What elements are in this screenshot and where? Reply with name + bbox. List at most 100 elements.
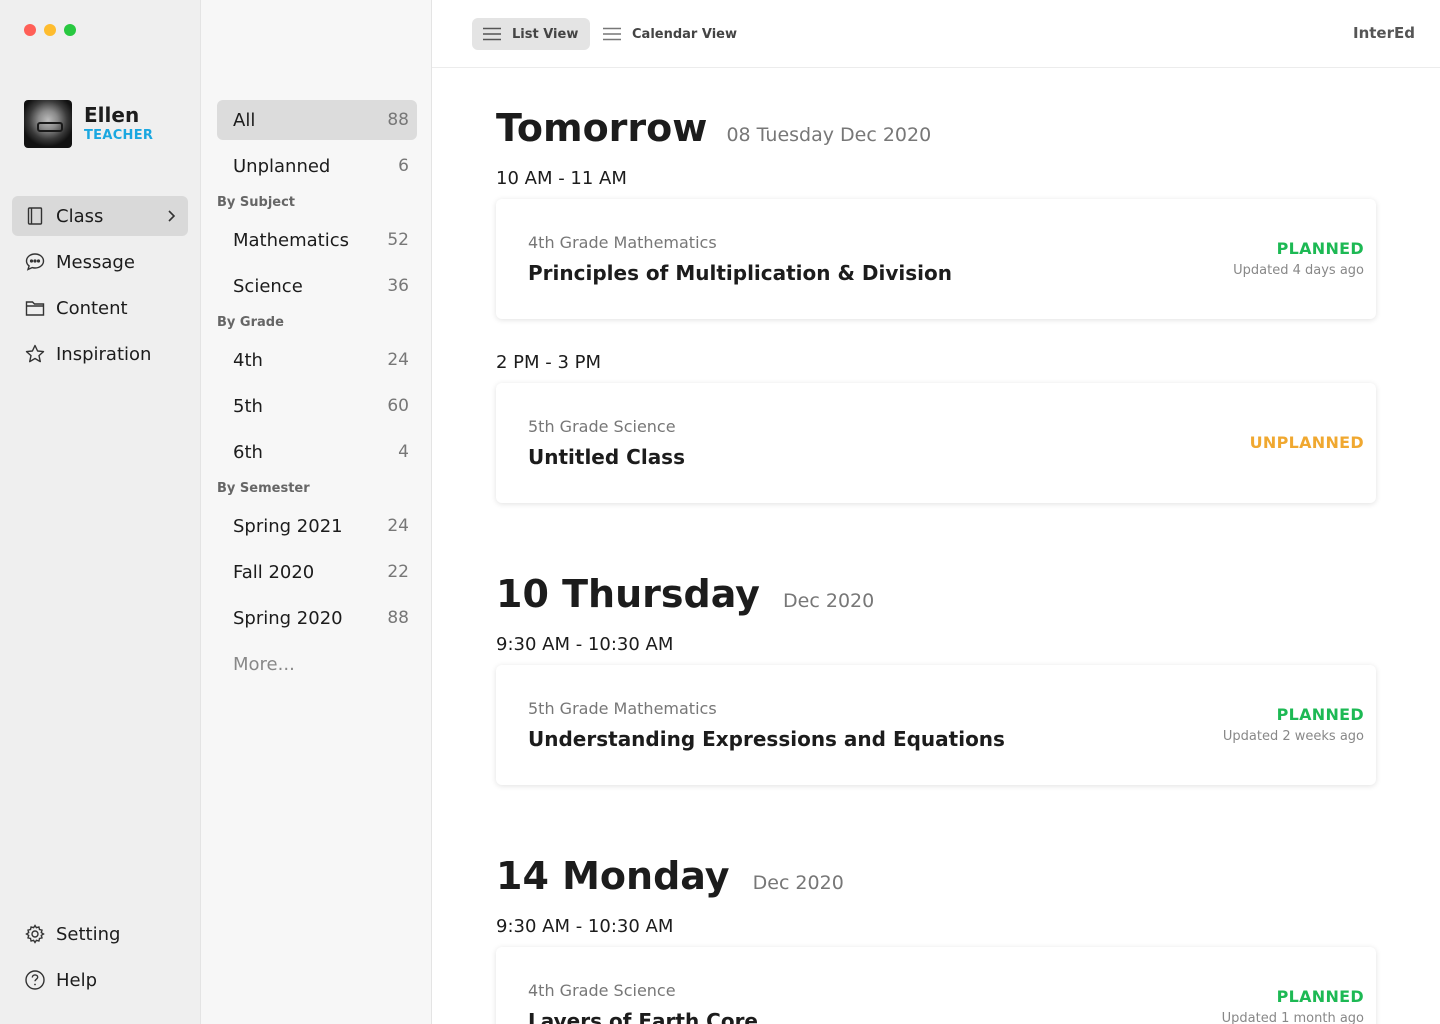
filter-label: Fall 2020 (233, 561, 315, 583)
day-header: 10 Thursday Dec 2020 (496, 572, 874, 616)
status-badge: PLANNED (1276, 239, 1364, 258)
class-card[interactable]: 5th Grade Mathematics Understanding Expr… (496, 665, 1376, 785)
status-badge: PLANNED (1276, 705, 1364, 724)
class-card[interactable]: 5th Grade Science Untitled Class UNPLANN… (496, 383, 1376, 503)
filter-grade-5th[interactable]: 5th 60 (217, 386, 417, 426)
day-date: Dec 2020 (752, 872, 844, 894)
nav-item-inspiration[interactable]: Inspiration (12, 334, 188, 374)
main-nav: Class Message Content Inspiration (12, 196, 188, 380)
class-subject: 5th Grade Mathematics (528, 699, 717, 718)
filter-count: 88 (387, 110, 409, 130)
close-window-button[interactable] (24, 24, 36, 36)
time-slot: 9:30 AM - 10:30 AM (496, 916, 674, 937)
schedule-list[interactable]: Tomorrow 08 Tuesday Dec 2020 10 AM - 11 … (432, 68, 1440, 1024)
nav-item-setting[interactable]: Setting (12, 914, 188, 954)
zoom-window-button[interactable] (64, 24, 76, 36)
folder-icon (24, 297, 46, 319)
filter-label: Spring 2021 (233, 515, 343, 537)
nav-item-message[interactable]: Message (12, 242, 188, 282)
nav-item-label: Inspiration (56, 343, 152, 365)
help-circle-icon (24, 969, 46, 991)
class-subject: 4th Grade Science (528, 981, 676, 1000)
filter-semester-spring-2021[interactable]: Spring 2021 24 (217, 506, 417, 546)
filter-label: Unplanned (233, 155, 331, 177)
profile-name: Ellen (84, 103, 140, 127)
calendar-view-button[interactable]: Calendar View (592, 18, 749, 50)
filter-grade-6th[interactable]: 6th 4 (217, 432, 417, 472)
filter-all[interactable]: All 88 (217, 100, 417, 140)
class-subject: 4th Grade Mathematics (528, 233, 717, 252)
class-card[interactable]: 4th Grade Mathematics Principles of Mult… (496, 199, 1376, 319)
filter-heading-grade: By Grade (217, 315, 284, 330)
filter-count: 60 (387, 396, 409, 416)
day-date: 08 Tuesday Dec 2020 (726, 124, 932, 146)
brand-logo: InterEd (1353, 24, 1415, 42)
nav-item-class[interactable]: Class (12, 196, 188, 236)
list-view-label: List View (512, 26, 579, 42)
filter-label: Science (233, 275, 303, 297)
filter-heading-semester: By Semester (217, 481, 310, 496)
day-title: 10 Thursday (496, 572, 760, 616)
nav-item-label: Class (56, 205, 104, 227)
class-card[interactable]: 4th Grade Science Layers of Earth Core P… (496, 947, 1376, 1024)
book-icon (24, 205, 46, 227)
filter-count: 4 (398, 442, 409, 462)
class-title: Principles of Multiplication & Division (528, 261, 952, 285)
updated-timestamp: Updated 2 weeks ago (1222, 729, 1364, 744)
list-view-button[interactable]: List View (472, 18, 591, 50)
filter-count: 22 (387, 562, 409, 582)
status-badge: UNPLANNED (1249, 433, 1364, 452)
time-slot: 10 AM - 11 AM (496, 168, 627, 189)
window-controls (24, 24, 76, 36)
filter-semester-spring-2020[interactable]: Spring 2020 88 (217, 598, 417, 638)
time-slot: 9:30 AM - 10:30 AM (496, 634, 674, 655)
user-profile[interactable]: Ellen TEACHER (24, 100, 153, 148)
filter-label: Mathematics (233, 229, 349, 251)
filter-heading-subject: By Subject (217, 195, 296, 210)
filter-count: 6 (398, 156, 409, 176)
filter-subject-science[interactable]: Science 36 (217, 266, 417, 306)
star-icon (24, 343, 46, 365)
chat-bubble-icon (24, 251, 46, 273)
day-date: Dec 2020 (783, 590, 875, 612)
filter-semester-fall-2020[interactable]: Fall 2020 22 (217, 552, 417, 592)
avatar (24, 100, 72, 148)
nav-item-label: Content (56, 297, 128, 319)
filter-panel: All 88 Unplanned 6 By Subject Mathematic… (200, 0, 432, 1024)
filter-label: Spring 2020 (233, 607, 343, 629)
minimize-window-button[interactable] (44, 24, 56, 36)
filter-label: 5th (233, 395, 263, 417)
filter-count: 52 (387, 230, 409, 250)
nav-item-label: Message (56, 251, 135, 273)
day-title: Tomorrow (496, 106, 708, 150)
day-header: Tomorrow 08 Tuesday Dec 2020 (496, 106, 931, 150)
list-icon (603, 27, 621, 41)
filter-count: 88 (387, 608, 409, 628)
filter-more-link[interactable]: More... (217, 644, 417, 684)
filter-label: 6th (233, 441, 263, 463)
filter-grade-4th[interactable]: 4th 24 (217, 340, 417, 380)
day-title: 14 Monday (496, 854, 730, 898)
nav-item-help[interactable]: Help (12, 960, 188, 1000)
list-icon (483, 27, 501, 41)
sidebar: Ellen TEACHER Class Message Content Insp… (0, 0, 200, 1024)
gear-icon (24, 923, 46, 945)
filter-count: 36 (387, 276, 409, 296)
updated-timestamp: Updated 1 month ago (1221, 1011, 1364, 1024)
filter-unplanned[interactable]: Unplanned 6 (217, 146, 417, 186)
nav-item-label: Setting (56, 923, 121, 945)
filter-label: More... (233, 653, 295, 675)
updated-timestamp: Updated 4 days ago (1233, 263, 1364, 278)
filter-label: 4th (233, 349, 263, 371)
chevron-right-icon (162, 207, 180, 225)
bottom-nav: Setting Help (12, 914, 188, 1006)
class-title: Understanding Expressions and Equations (528, 727, 1005, 751)
filter-count: 24 (387, 350, 409, 370)
filter-label: All (233, 109, 256, 131)
time-slot: 2 PM - 3 PM (496, 352, 602, 373)
filter-subject-mathematics[interactable]: Mathematics 52 (217, 220, 417, 260)
class-subject: 5th Grade Science (528, 417, 676, 436)
nav-item-content[interactable]: Content (12, 288, 188, 328)
profile-role: TEACHER (84, 128, 154, 143)
status-badge: PLANNED (1276, 987, 1364, 1006)
